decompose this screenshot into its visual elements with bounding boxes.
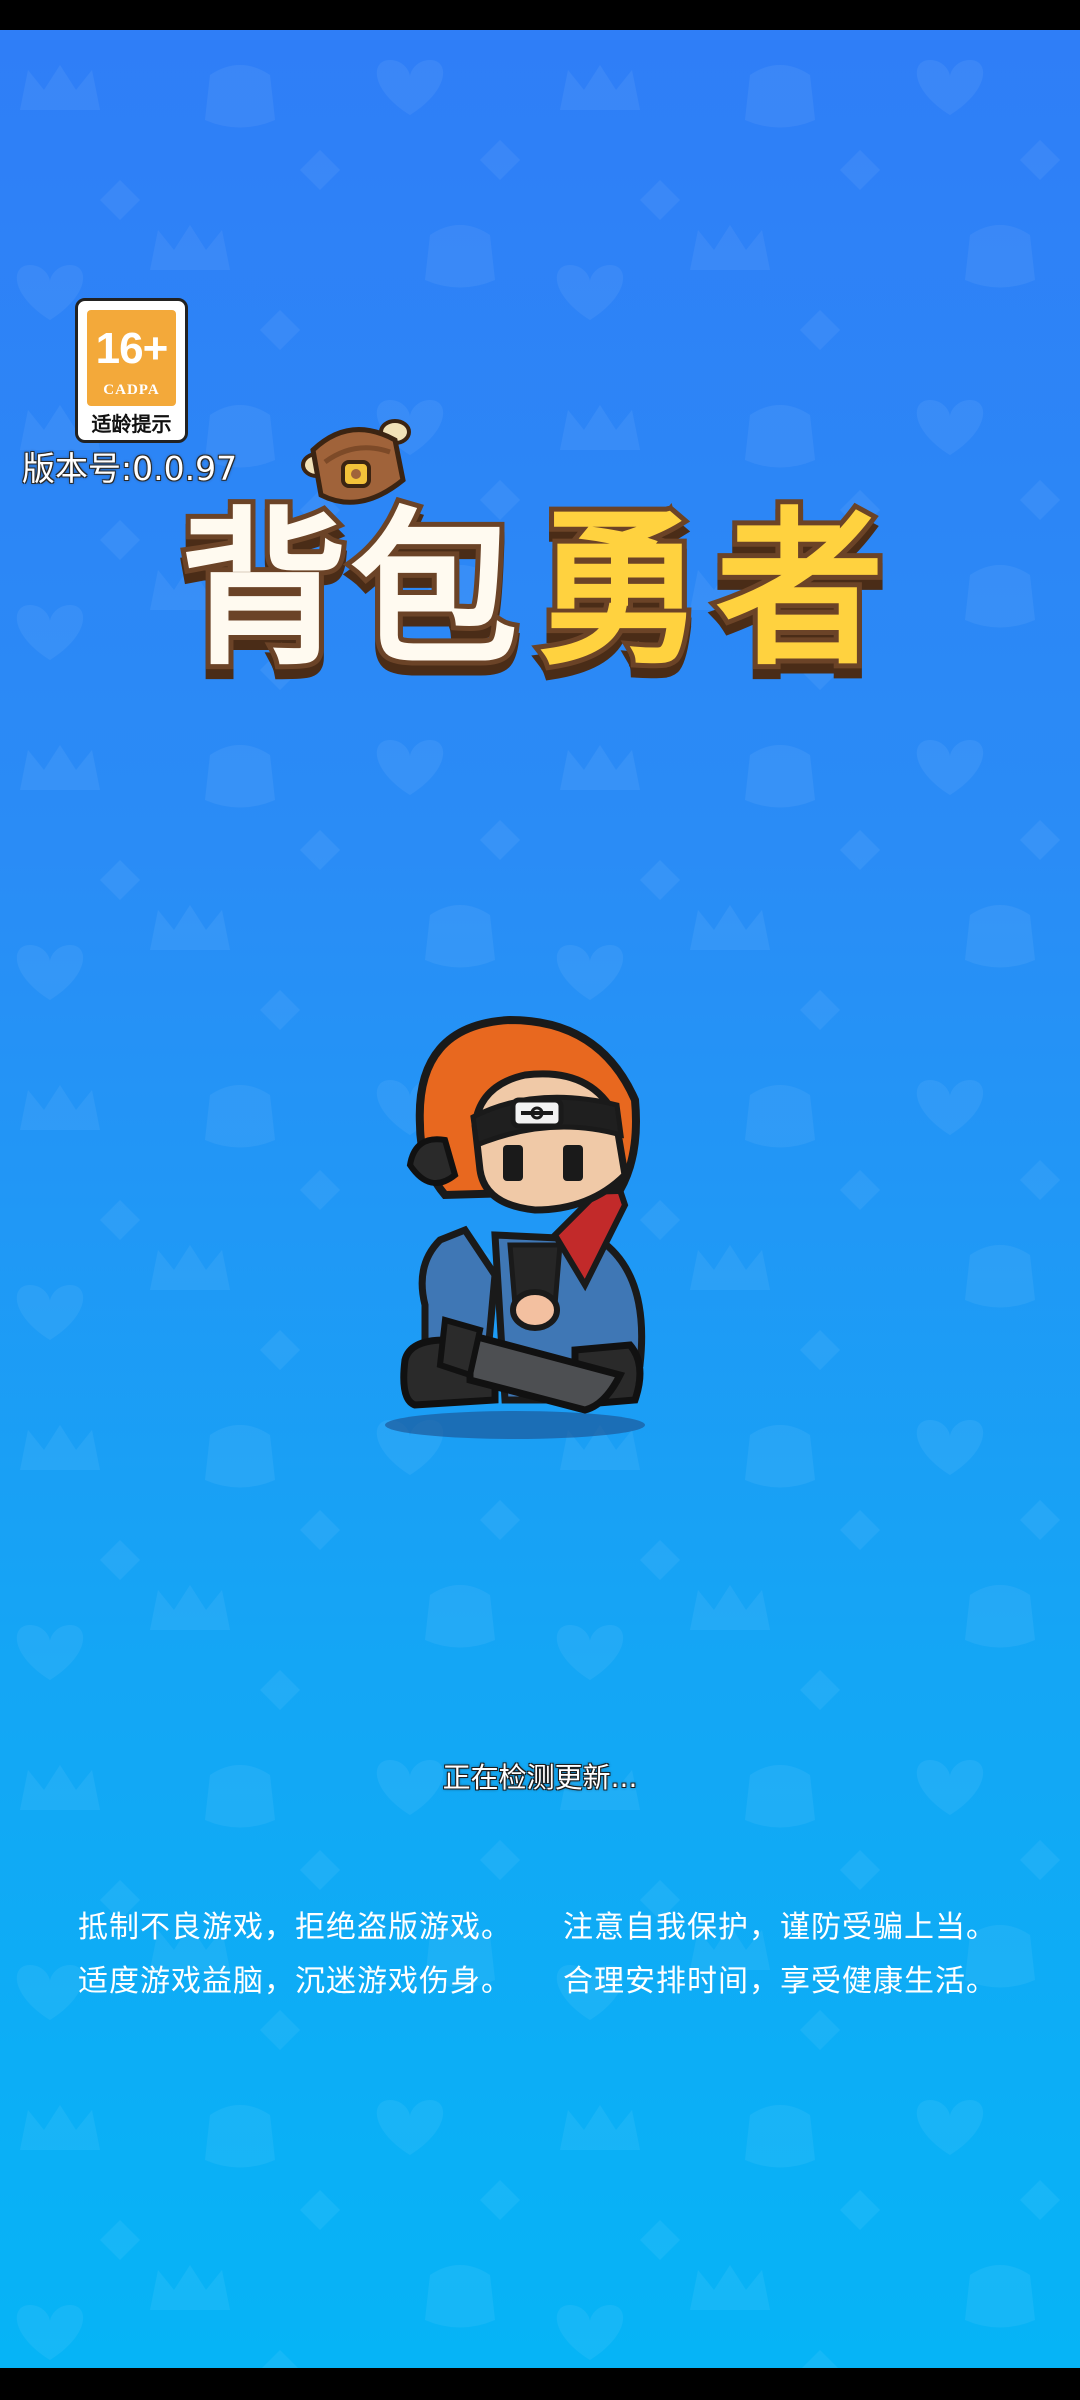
status-bar: [0, 0, 1080, 30]
splash-screen: 16+ CADPA 适龄提示 版本号:0.0.97 背 包 勇 者 背 包 勇 …: [0, 0, 1080, 2400]
logo-char-4: 者: [711, 487, 889, 693]
ninja-hero-character: [385, 1015, 646, 1439]
age-rating-org: CADPA: [103, 382, 160, 398]
age-rating-tip: 适龄提示: [91, 412, 172, 436]
game-logo: 背 包 勇 者 背 包 勇 者: [175, 410, 900, 710]
navigation-bar: [0, 2368, 1080, 2400]
logo-char-2: 包: [345, 487, 523, 693]
game-background: 16+ CADPA 适龄提示 版本号:0.0.97 背 包 勇 者 背 包 勇 …: [0, 30, 1080, 2368]
update-status-text: 正在检测更新...: [442, 1761, 638, 1794]
notice-left-line-2: 适度游戏益脑，沉迷游戏伤身。: [78, 1964, 512, 1999]
age-rating-panel: 16+ CADPA: [87, 310, 176, 406]
logo-char-1: 背: [175, 487, 353, 693]
age-rating-badge[interactable]: 16+ CADPA 适龄提示: [75, 298, 188, 443]
logo-text: 背 包 勇 者: [175, 487, 900, 693]
notice-right-line-2: 合理安排时间，享受健康生活。: [563, 1964, 997, 1999]
notice-right-line-1: 注意自我保护，谨防受骗上当。: [563, 1910, 997, 1945]
health-gaming-notice: 抵制不良游戏，拒绝盗版游戏。 适度游戏益脑，沉迷游戏伤身。 注意自我保护，谨防受…: [0, 1902, 1080, 2022]
age-rating-number: 16+: [95, 324, 169, 373]
logo-char-3: 勇: [531, 487, 709, 693]
notice-left-line-1: 抵制不良游戏，拒绝盗版游戏。: [78, 1910, 512, 1945]
